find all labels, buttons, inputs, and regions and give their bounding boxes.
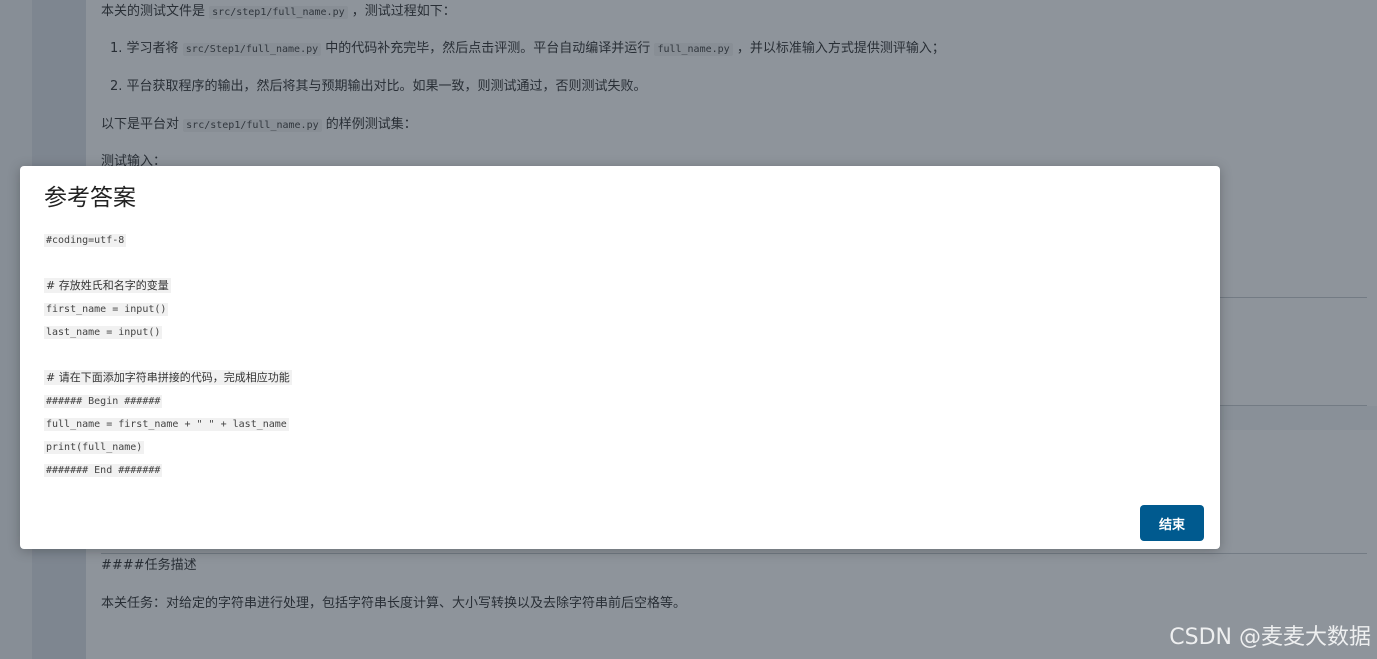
code-text: # 请在下面添加字符串拼接的代码，完成相应功能 (44, 370, 292, 385)
end-button[interactable]: 结束 (1140, 505, 1204, 541)
code-line: ###### Begin ###### (44, 387, 944, 410)
code-text: print(full_name) (44, 441, 145, 454)
code-line: first_name = input() (44, 295, 944, 318)
reference-answer-dialog: 参考答案 #coding=utf-8 # 存放姓氏和名字的变量 first_name… (20, 166, 1220, 549)
code-text: ###### Begin ###### (44, 395, 163, 408)
code-line: ####### End ####### (44, 456, 944, 479)
code-line (44, 249, 944, 272)
code-line (44, 341, 944, 364)
code-line: #coding=utf-8 (44, 226, 944, 249)
code-line: # 请在下面添加字符串拼接的代码，完成相应功能 (44, 364, 944, 387)
code-text: first_name = input() (44, 303, 169, 316)
code-text: # 存放姓氏和名字的变量 (44, 278, 171, 293)
code-text: #coding=utf-8 (44, 234, 127, 247)
code-text: last_name = input() (44, 326, 163, 339)
code-text: full_name = first_name + " " + last_name (44, 418, 289, 431)
code-line: print(full_name) (44, 433, 944, 456)
code-text: ####### End ####### (44, 464, 163, 477)
answer-code-block: #coding=utf-8 # 存放姓氏和名字的变量 first_name = in… (44, 226, 944, 479)
code-line: # 存放姓氏和名字的变量 (44, 272, 944, 295)
code-line: full_name = first_name + " " + last_name (44, 410, 944, 433)
watermark: CSDN @麦麦大数据 (1169, 625, 1371, 650)
dialog-title: 参考答案 (44, 185, 136, 211)
code-line: last_name = input() (44, 318, 944, 341)
